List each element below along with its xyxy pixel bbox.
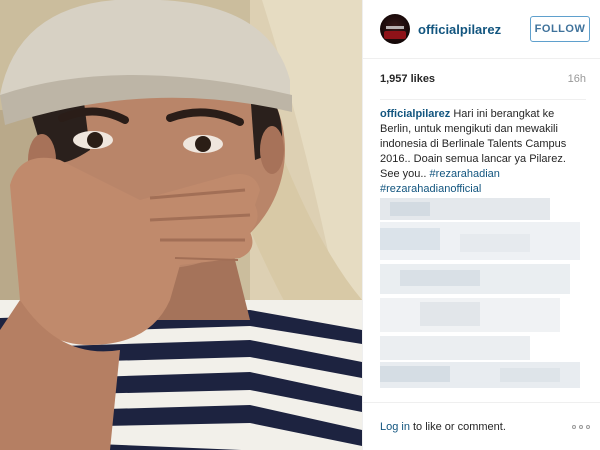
- post-caption: officialpilarez Hari ini berangkat ke Be…: [363, 100, 600, 197]
- hashtag-link[interactable]: #rezarahadianofficial: [380, 183, 481, 195]
- likes-count[interactable]: 1,957 likes: [380, 73, 435, 85]
- header-username[interactable]: officialpilarez: [418, 22, 530, 37]
- dot: [586, 424, 590, 429]
- dot: [579, 424, 583, 429]
- profile-avatar[interactable]: [380, 14, 410, 44]
- caption-username[interactable]: officialpilarez: [380, 108, 450, 120]
- hashtag-link[interactable]: #rezarahadian: [430, 168, 500, 180]
- instagram-post: officialpilarez FOLLOW 1,957 likes 16h o…: [0, 0, 600, 450]
- follow-button[interactable]: FOLLOW: [530, 16, 590, 42]
- post-sidebar: officialpilarez FOLLOW 1,957 likes 16h o…: [362, 0, 600, 450]
- three-dots-icon[interactable]: [572, 424, 590, 429]
- login-prompt-text: to like or comment.: [412, 420, 506, 433]
- post-photo[interactable]: [0, 0, 362, 450]
- post-footer: Log in to like or comment.: [363, 402, 600, 450]
- login-link[interactable]: Log in: [380, 421, 410, 433]
- post-stats: 1,957 likes 16h: [363, 59, 600, 85]
- post-time[interactable]: 16h: [568, 73, 586, 85]
- blurred-comments: [380, 198, 580, 398]
- dot: [572, 424, 576, 429]
- selfie-image: [0, 0, 362, 450]
- post-header: officialpilarez FOLLOW: [363, 0, 600, 59]
